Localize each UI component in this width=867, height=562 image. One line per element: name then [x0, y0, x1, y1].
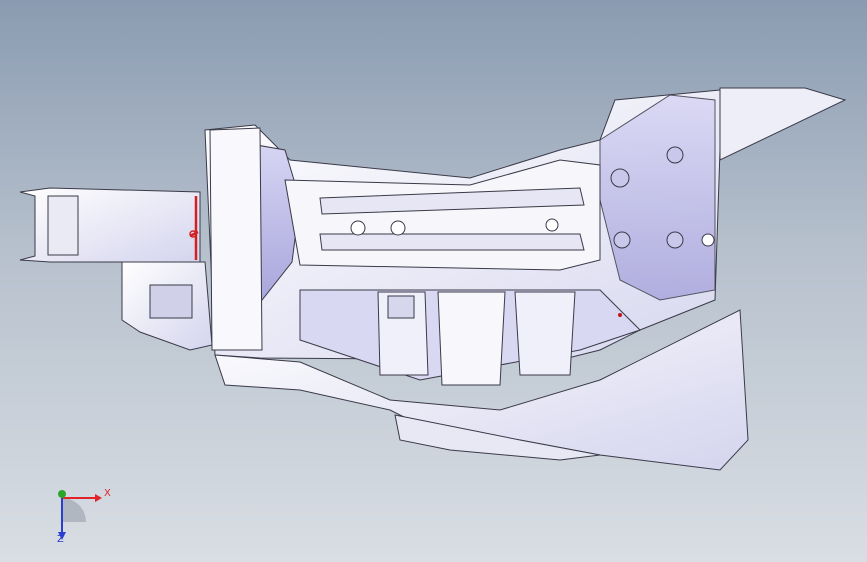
coordinate-triad: X Y Z	[40, 480, 120, 550]
x-axis-label: X	[104, 488, 111, 499]
left-rail	[19, 187, 201, 263]
z-axis-label: Z	[57, 534, 64, 545]
body-frame	[19, 87, 847, 471]
left-rail-flange	[47, 195, 79, 256]
a-pillar-base	[209, 127, 263, 351]
upper-right-strut	[719, 87, 847, 161]
graphics-viewport[interactable]: X Y Z	[0, 0, 867, 562]
cad-assembly-model[interactable]	[0, 0, 867, 562]
